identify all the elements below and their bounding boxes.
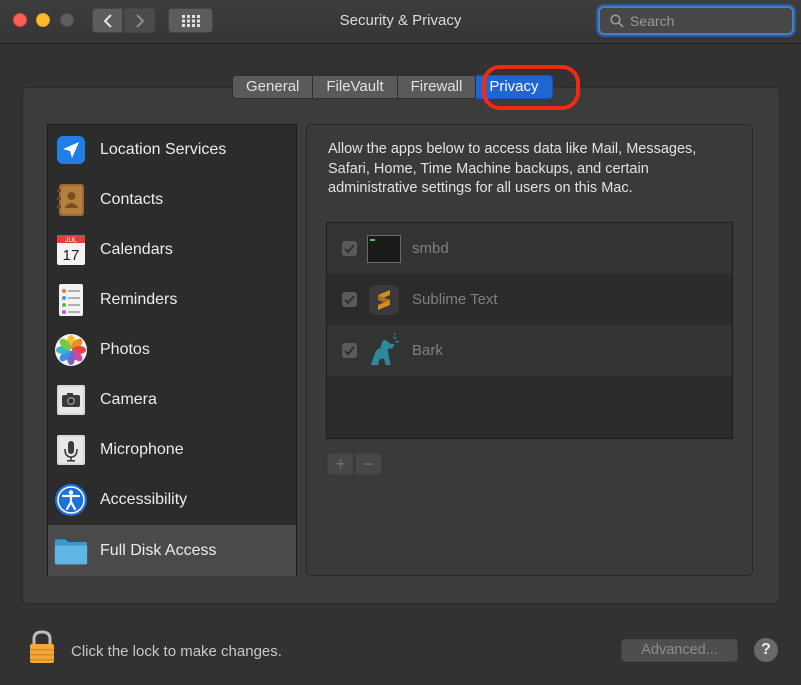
folder-icon xyxy=(54,534,88,568)
contacts-book-icon xyxy=(54,183,88,217)
sidebar-item-label: Contacts xyxy=(100,191,164,208)
location-arrow-icon xyxy=(54,133,88,167)
checkmark-icon xyxy=(344,243,355,253)
accessibility-icon xyxy=(54,483,88,517)
tab-general[interactable]: General xyxy=(232,75,314,99)
app-name: Bark xyxy=(412,342,443,359)
advanced-button[interactable]: Advanced... xyxy=(621,639,738,662)
tab-filevault[interactable]: FileVault xyxy=(313,75,398,99)
list-item-smbd[interactable]: smbd xyxy=(327,223,732,274)
list-item-empty xyxy=(327,376,732,426)
calendar-day: 17 xyxy=(63,247,80,264)
search-icon xyxy=(610,13,624,28)
sublime-text-icon xyxy=(367,283,401,317)
sidebar-item-label: Accessibility xyxy=(100,491,188,508)
tab-firewall[interactable]: Firewall xyxy=(397,75,477,99)
checkmark-icon xyxy=(344,294,355,304)
sidebar-item-calendars[interactable]: JUL 17 Calendars xyxy=(48,225,296,275)
add-app-button[interactable]: + xyxy=(327,453,354,475)
list-item-bark[interactable]: Bark xyxy=(327,325,732,376)
privacy-tab-highlight xyxy=(482,65,580,110)
privacy-category-list[interactable]: Location Services Contacts JUL 17 Calenda… xyxy=(47,124,297,576)
checkmark-icon xyxy=(344,345,355,355)
sidebar-item-full-disk-access[interactable]: Full Disk Access xyxy=(48,525,296,576)
sidebar-item-label: Camera xyxy=(100,391,157,408)
calendar-icon: JUL 17 xyxy=(54,233,88,267)
camera-icon xyxy=(54,383,88,417)
lock-instructions: Click the lock to make changes. xyxy=(71,643,282,660)
microphone-icon xyxy=(54,433,88,467)
reminders-list-icon xyxy=(54,283,88,317)
terminal-icon xyxy=(367,232,401,266)
bark-dog-icon xyxy=(367,332,401,368)
photos-flower-icon xyxy=(54,333,88,367)
sidebar-item-location-services[interactable]: Location Services xyxy=(48,125,296,175)
search-placeholder: Search xyxy=(630,12,675,29)
help-button[interactable]: ? xyxy=(754,638,778,662)
app-name: Sublime Text xyxy=(412,291,498,308)
app-checkbox[interactable] xyxy=(342,343,357,358)
app-checkbox[interactable] xyxy=(342,241,357,256)
app-list[interactable]: smbd Sublime Text Bark xyxy=(326,222,733,439)
sidebar-item-accessibility[interactable]: Accessibility xyxy=(48,475,296,525)
remove-app-button[interactable]: − xyxy=(355,453,382,475)
permission-description: Allow the apps below to access data like… xyxy=(328,141,697,196)
sidebar-item-label: Reminders xyxy=(100,291,178,308)
sidebar-item-label: Full Disk Access xyxy=(100,541,217,559)
lock-icon[interactable] xyxy=(28,629,56,670)
app-name: smbd xyxy=(412,240,449,257)
sidebar-item-label: Location Services xyxy=(100,141,227,158)
sidebar-item-photos[interactable]: Photos xyxy=(48,325,296,375)
search-field[interactable]: Search xyxy=(598,6,794,35)
sidebar-item-label: Microphone xyxy=(100,441,184,458)
list-item-sublime-text[interactable]: Sublime Text xyxy=(327,274,732,325)
sidebar-item-contacts[interactable]: Contacts xyxy=(48,175,296,225)
app-checkbox[interactable] xyxy=(342,292,357,307)
sidebar-item-reminders[interactable]: Reminders xyxy=(48,275,296,325)
sidebar-item-label: Photos xyxy=(100,341,150,358)
sidebar-item-camera[interactable]: Camera xyxy=(48,375,296,425)
title-bar: Security & Privacy Search xyxy=(0,0,801,44)
sidebar-item-label: Calendars xyxy=(100,241,173,258)
sidebar-item-microphone[interactable]: Microphone xyxy=(48,425,296,475)
calendar-month: JUL xyxy=(65,237,77,244)
